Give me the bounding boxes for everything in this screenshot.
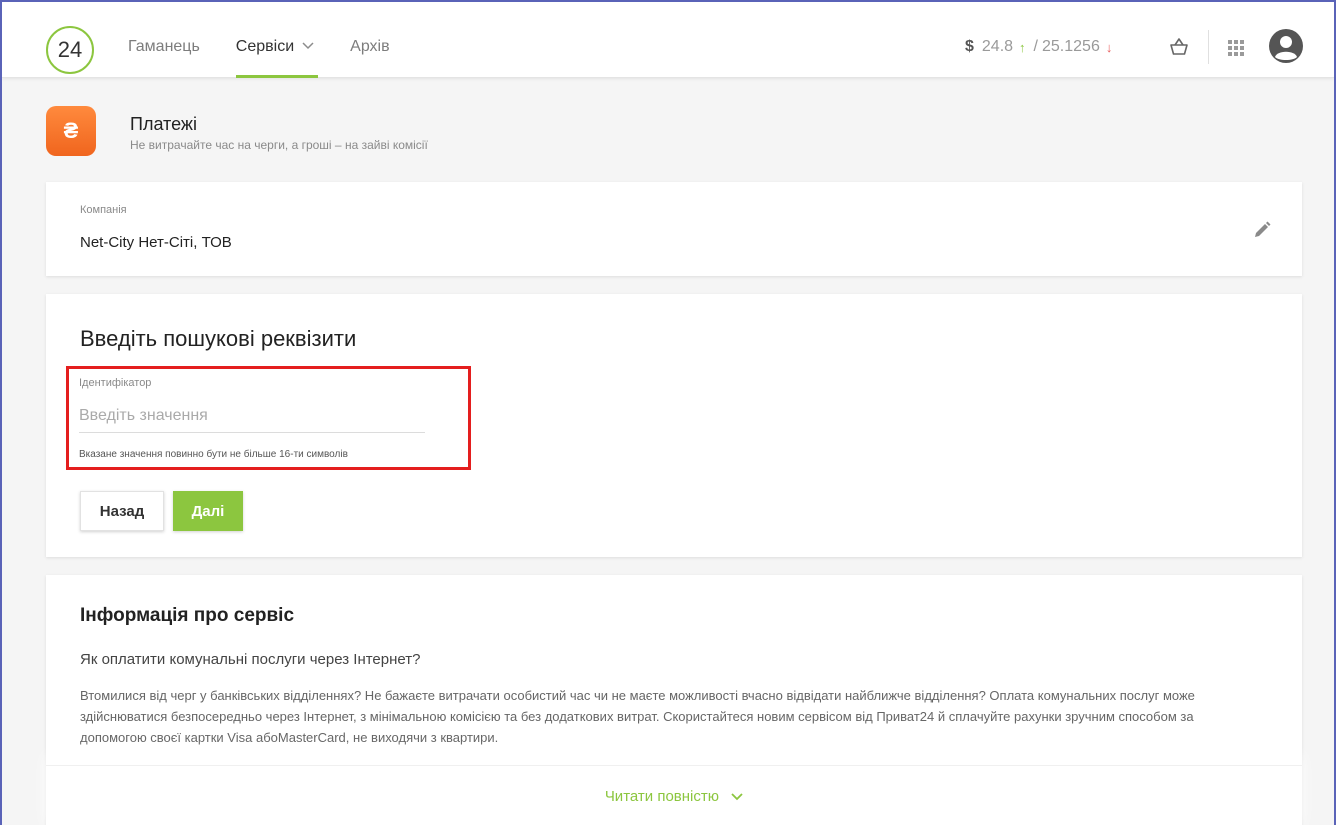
header-divider bbox=[1208, 30, 1209, 64]
identifier-field-highlight: Ідентифікатор Вказане значення повинно б… bbox=[66, 366, 471, 470]
arrow-up-icon: ↑ bbox=[1019, 39, 1026, 55]
rate-separator: / bbox=[1033, 38, 1038, 55]
nav-item-wallet[interactable]: Гаманець bbox=[128, 2, 200, 78]
nav-item-services[interactable]: Сервіси bbox=[235, 2, 319, 78]
identifier-input[interactable] bbox=[79, 399, 425, 433]
read-more-bar: Читати повністю bbox=[46, 765, 1302, 825]
company-label: Компанія bbox=[80, 204, 127, 216]
pencil-edit-icon[interactable] bbox=[1252, 220, 1272, 240]
read-more-label: Читати повністю bbox=[604, 788, 719, 805]
page-subtitle: Не витрачайте час на черги, а гроші – на… bbox=[130, 138, 428, 152]
apps-grid-icon[interactable] bbox=[1228, 40, 1244, 56]
page: 24 Гаманець Сервіси Архів $ 24.8 ↑ / 25.… bbox=[2, 2, 1334, 825]
company-card: Компанія Net-City Нет-Сіті, ТОВ bbox=[46, 182, 1302, 276]
nav-item-services-label: Сервіси bbox=[235, 38, 295, 55]
currency-rates: $ 24.8 ↑ / 25.1256 ↓ bbox=[965, 38, 1112, 56]
nav-item-archive[interactable]: Архів bbox=[350, 2, 389, 78]
arrow-down-icon: ↓ bbox=[1105, 39, 1113, 55]
privat24-logo[interactable]: 24 bbox=[46, 26, 94, 74]
search-card: Введіть пошукові реквізити Ідентифікатор… bbox=[46, 294, 1302, 557]
info-heading: Інформація про сервіс bbox=[80, 605, 295, 626]
company-value: Net-City Нет-Сіті, ТОВ bbox=[80, 234, 232, 251]
top-bar: 24 Гаманець Сервіси Архів $ 24.8 ↑ / 25.… bbox=[2, 2, 1334, 78]
rate-sell: 25.1256 bbox=[1042, 38, 1100, 55]
search-heading: Введіть пошукові реквізити bbox=[80, 326, 357, 351]
payments-icon: ₴ bbox=[46, 106, 96, 156]
info-paragraph: Втомилися від черг у банківських відділе… bbox=[80, 688, 1195, 745]
dollar-icon: $ bbox=[965, 38, 974, 55]
service-info-card: Інформація про сервіс Як оплатити комуна… bbox=[46, 575, 1302, 825]
basket-icon[interactable] bbox=[1168, 36, 1190, 58]
read-more-link[interactable]: Читати повністю bbox=[46, 788, 1302, 805]
identifier-label: Ідентифікатор bbox=[79, 377, 152, 389]
user-avatar-icon[interactable] bbox=[1268, 28, 1304, 64]
info-question: Як оплатити комунальні послуги через Інт… bbox=[80, 651, 421, 668]
page-title: Платежі bbox=[130, 114, 197, 134]
identifier-hint: Вказане значення повинно бути не більше … bbox=[79, 449, 348, 460]
chevron-down-icon bbox=[731, 793, 743, 801]
main-nav: Гаманець Сервіси Архів bbox=[128, 2, 426, 78]
chevron-down-icon bbox=[302, 2, 314, 91]
back-button[interactable]: Назад bbox=[80, 491, 164, 531]
rate-buy: 24.8 bbox=[981, 38, 1014, 55]
next-button[interactable]: Далі bbox=[173, 491, 243, 531]
